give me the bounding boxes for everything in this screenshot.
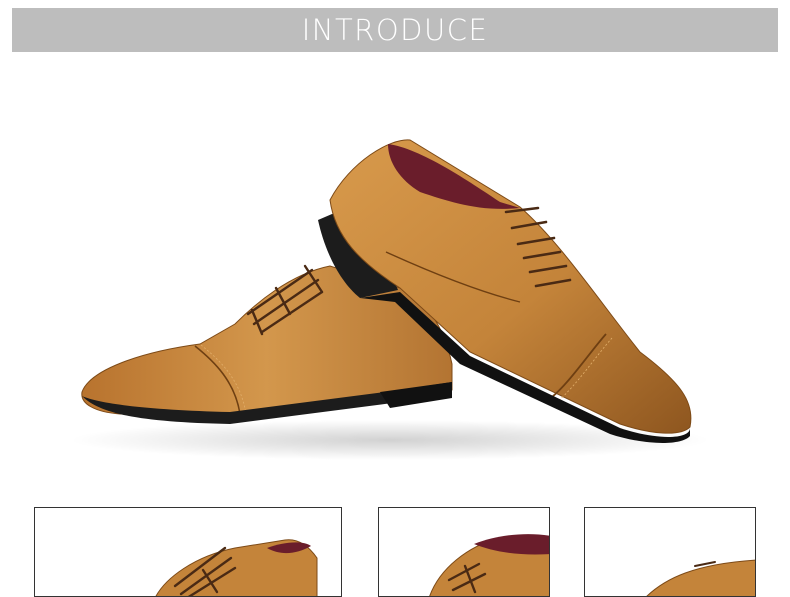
thumbnail-1[interactable] [34, 507, 342, 597]
section-banner: INTRODUCE [12, 8, 778, 52]
thumbnail-2[interactable] [378, 507, 550, 597]
thumbnail-3[interactable] [584, 507, 756, 597]
hero-product-image [0, 52, 790, 472]
section-title: INTRODUCE [301, 13, 489, 47]
